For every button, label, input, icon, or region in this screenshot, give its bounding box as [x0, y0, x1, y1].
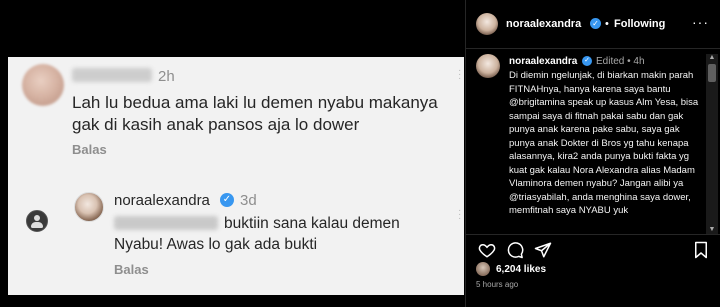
caption-avatar[interactable]: [476, 54, 500, 78]
reply-time: 3d: [240, 192, 257, 209]
caption-username[interactable]: noraalexandra: [509, 56, 577, 67]
verified-icon: ✓: [220, 193, 234, 207]
scroll-down-icon[interactable]: ▼: [708, 226, 716, 234]
verified-icon: ✓: [582, 56, 592, 66]
author-username[interactable]: noraalexandra: [506, 18, 581, 30]
verified-icon: ✓: [590, 18, 601, 29]
comment-time: 2h: [158, 68, 175, 85]
comment-icon[interactable]: [506, 241, 524, 259]
tagged-user-icon[interactable]: [26, 210, 48, 232]
comment-screenshot: 2h Lah lu bedua ama laki lu demen nyabu …: [8, 57, 464, 295]
author-avatar[interactable]: [476, 13, 498, 35]
reply-text: buktiin sana kalau demen Nyabu! Awas lo …: [114, 215, 400, 253]
reply-reply-label: Balas: [114, 262, 149, 277]
commenter-avatar-blurred: [22, 64, 64, 106]
heart-icon[interactable]: [478, 241, 496, 259]
more-icon[interactable]: ···: [692, 14, 709, 30]
scroll-thumb[interactable]: [708, 64, 716, 82]
bookmark-icon[interactable]: [692, 241, 710, 259]
scroll-up-icon[interactable]: ▲: [708, 54, 716, 62]
comment-reply-label: Balas: [72, 142, 107, 157]
post-side-panel: noraalexandra ✓ • Following ··· noraalex…: [465, 0, 720, 307]
post-header: noraalexandra ✓ • Following ···: [466, 0, 720, 49]
post-time-ago: 5 hours ago: [476, 280, 519, 289]
liker-avatar: [476, 262, 490, 276]
caption-edited-time: Edited • 4h: [596, 56, 645, 67]
following-button[interactable]: Following: [614, 18, 665, 30]
header-separator: •: [605, 18, 609, 30]
caption-text: Di diemin ngelunjak, di biarkan makin pa…: [509, 70, 699, 216]
post-actions: [466, 234, 720, 260]
commenter-username-blurred: [72, 68, 152, 82]
comment-text: Lah lu bedua ama laki lu demen nyabu mak…: [72, 93, 438, 134]
caption-scrollbar[interactable]: ▲ ▼: [706, 54, 718, 234]
post-image: 2h Lah lu bedua ama laki lu demen nyabu …: [8, 0, 464, 307]
comment-options-icon: · · ·: [458, 65, 462, 84]
likes-count[interactable]: 6,204 likes: [496, 264, 546, 275]
reply-options-icon: · · ·: [458, 205, 462, 224]
reply-avatar: [74, 192, 104, 222]
reply-username: noraalexandra: [114, 192, 210, 209]
share-icon[interactable]: [534, 241, 552, 259]
